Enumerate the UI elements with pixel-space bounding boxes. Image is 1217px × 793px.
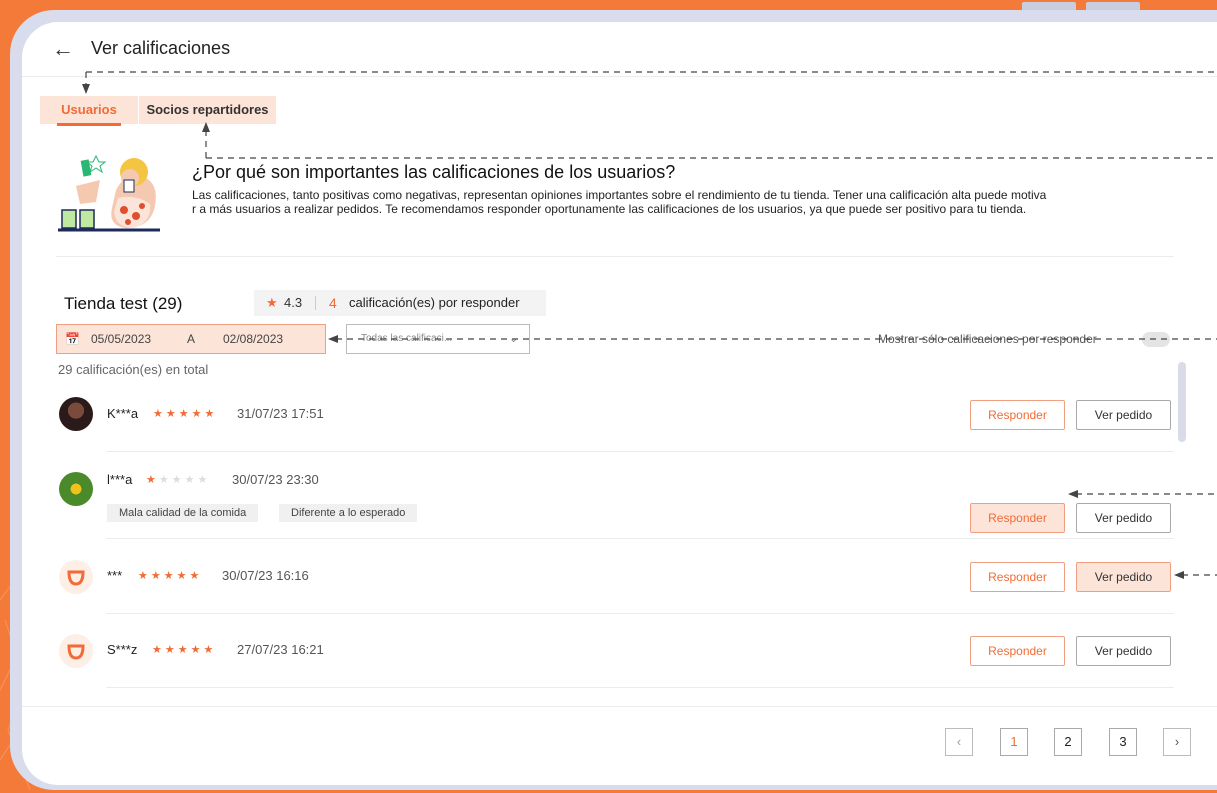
calendar-icon: 📅 [65, 332, 80, 346]
pagination-divider [22, 706, 1217, 707]
page-title: Ver calificaciones [91, 38, 231, 58]
review-user: l***a [107, 472, 133, 487]
tab-users-label: Usuarios [61, 102, 117, 117]
star-rating: ★★★★★ [138, 570, 203, 582]
ratings-illustration [58, 154, 160, 232]
review-date: 31/07/23 17:51 [237, 406, 324, 421]
review-user: *** [107, 568, 123, 583]
chevron-right-icon[interactable]: › [1163, 728, 1191, 756]
chevron-down-icon: ⌄ [509, 333, 519, 345]
row-divider [106, 687, 1174, 688]
row-divider [106, 613, 1174, 614]
review-tag: Mala calidad de la comida [107, 504, 259, 522]
row-divider [106, 451, 1174, 452]
avatar [59, 472, 93, 506]
date-to: 02/08/2023 [223, 332, 284, 346]
star-icon: ★ [266, 295, 278, 310]
pending-only-toggle[interactable] [1142, 332, 1170, 347]
info-text: Las calificaciones, tanto positivas como… [192, 188, 1182, 216]
rating-filter-value: Todas las calificaci... [361, 333, 453, 344]
info-text-line: r a más usuarios a realizar pedidos. Te … [192, 202, 1027, 216]
reply-button[interactable]: Responder [970, 400, 1065, 430]
view-order-button[interactable]: Ver pedido [1076, 636, 1171, 666]
review-date: 30/07/23 16:16 [222, 568, 309, 583]
star-rating: ★★★★★ [152, 644, 217, 656]
total-count: 29 calificación(es) en total [58, 362, 209, 377]
rating-summary: ★ 4.3 4 calificación(es) por responder [254, 290, 546, 316]
page-button[interactable]: 2 [1054, 728, 1082, 756]
date-separator: A [187, 332, 196, 346]
date-range-picker[interactable]: 📅 05/05/2023 A 02/08/2023 [56, 324, 326, 354]
review-user: K***a [107, 406, 139, 421]
review-date: 27/07/23 16:21 [237, 642, 324, 657]
reply-button[interactable]: Responder [970, 503, 1065, 533]
chevron-left-icon[interactable]: ‹ [945, 728, 973, 756]
reply-button[interactable]: Responder [970, 562, 1065, 592]
tab-users[interactable]: Usuarios [40, 96, 138, 126]
app-screen: ← Ver calificaciones Usuarios Socios rep… [22, 22, 1217, 785]
didi-logo [59, 560, 93, 594]
active-tab-indicator [57, 123, 121, 126]
view-order-button[interactable]: Ver pedido [1076, 400, 1171, 430]
arrow-left-icon[interactable]: ← [52, 36, 74, 62]
review-date: 30/07/23 23:30 [232, 472, 319, 487]
didi-logo [59, 634, 93, 668]
scrollbar[interactable] [1178, 362, 1186, 442]
avatar [59, 397, 93, 431]
store-name: Tienda test (29) [64, 294, 183, 313]
row-divider [106, 538, 1174, 539]
toggle-label: Mostrar sólo calificaciones por responde… [878, 332, 1097, 346]
divider [56, 256, 1174, 257]
tab-delivery-partners[interactable]: Socios repartidores [139, 96, 276, 124]
star-rating: ★★★★★ [146, 474, 211, 486]
pending-label: calificación(es) por responder [349, 295, 520, 310]
date-from: 05/05/2023 [91, 332, 152, 346]
top-bar: ← Ver calificaciones [22, 22, 1217, 77]
pending-count: 4 [329, 295, 337, 311]
info-title: ¿Por qué son importantes las calificacio… [192, 162, 676, 182]
page-button[interactable]: 1 [1000, 728, 1028, 756]
rating-filter-select[interactable]: Todas las calificaci... ⌄ [346, 324, 530, 354]
separator [315, 296, 316, 310]
tab-partners-label: Socios repartidores [146, 102, 269, 117]
review-tag: Diferente a lo esperado [279, 504, 418, 522]
page-button[interactable]: 3 [1109, 728, 1137, 756]
store-score: 4.3 [284, 295, 303, 310]
info-text-line: Las calificaciones, tanto positivas como… [192, 188, 1047, 202]
reply-button[interactable]: Responder [970, 636, 1065, 666]
review-user: S***z [107, 642, 138, 657]
view-order-button[interactable]: Ver pedido [1076, 562, 1171, 592]
view-order-button[interactable]: Ver pedido [1076, 503, 1171, 533]
star-rating: ★★★★★ [153, 408, 218, 420]
